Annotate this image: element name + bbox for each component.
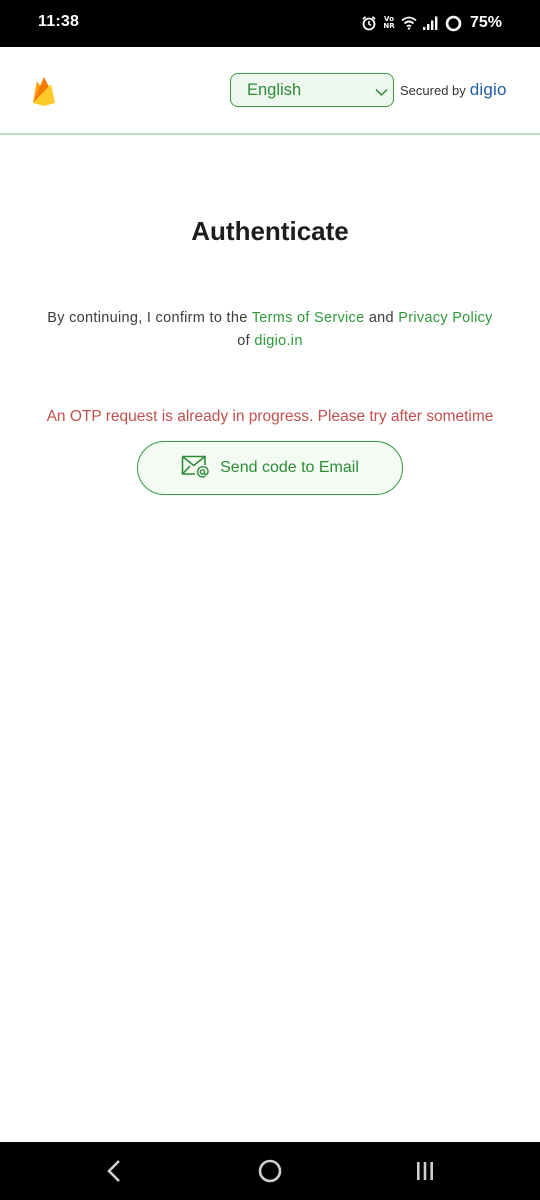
- terms-link[interactable]: Terms of Service: [252, 310, 365, 326]
- secured-label: Secured by: [400, 83, 466, 98]
- volte-icon: Vo NR: [383, 16, 395, 30]
- privacy-link[interactable]: Privacy Policy: [398, 310, 492, 326]
- consent-prefix: By continuing, I confirm to the: [47, 310, 248, 326]
- consent-of: of: [237, 333, 250, 349]
- send-email-button[interactable]: Send code to Email: [137, 441, 403, 495]
- status-bar: 11:38 Vo NR 75%: [0, 0, 540, 47]
- battery-percent: 75%: [469, 14, 502, 31]
- page-title: Authenticate: [191, 216, 349, 246]
- wifi-icon: [401, 16, 417, 30]
- home-icon[interactable]: [256, 1158, 284, 1189]
- header: English Secured by digio: [0, 47, 540, 135]
- recents-icon[interactable]: [412, 1158, 438, 1189]
- consent-and: and: [368, 310, 394, 326]
- email-icon: [181, 454, 210, 483]
- volte-bottom-text: NR: [383, 22, 395, 30]
- status-icons: Vo NR 75%: [361, 12, 502, 34]
- digio-logo: digio: [469, 80, 507, 99]
- chevron-down-icon: [375, 84, 388, 102]
- alarm-icon: [361, 15, 377, 31]
- signal-icon: [422, 16, 439, 30]
- language-value: English: [247, 81, 302, 99]
- secured-by: Secured by digio: [400, 80, 507, 100]
- site-link[interactable]: digio.in: [254, 333, 302, 349]
- consent-text: By continuing, I confirm to the Terms of…: [40, 307, 500, 353]
- language-select[interactable]: English: [230, 73, 394, 107]
- back-icon[interactable]: [103, 1158, 125, 1189]
- battery-ring-icon: [445, 15, 462, 32]
- status-time: 11:38: [38, 13, 80, 30]
- send-email-label: Send code to Email: [220, 459, 359, 476]
- firebase-flame-icon: [32, 76, 56, 111]
- navigation-bar: [0, 1142, 540, 1200]
- error-message: An OTP request is already in progress. P…: [46, 408, 494, 425]
